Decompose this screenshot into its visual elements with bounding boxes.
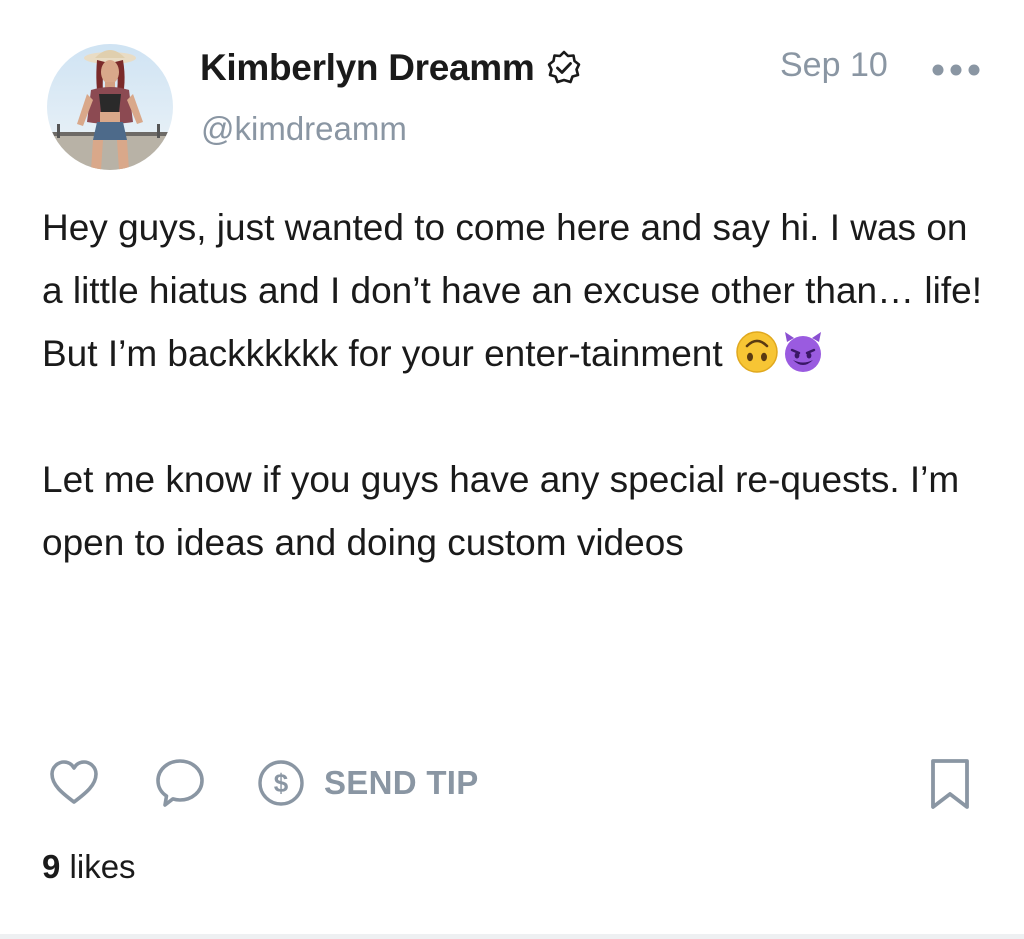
verified-badge-icon [545,49,583,87]
post-body: Hey guys, just wanted to come here and s… [42,196,982,574]
heart-icon[interactable] [48,757,100,809]
divider [0,934,1024,939]
comment-bubble-icon[interactable] [154,757,206,809]
post-paragraph-text: Hey guys, just wanted to come here and s… [42,207,982,374]
author-handle[interactable]: @kimdreamm [201,110,407,148]
dollar-circle-icon: $ [256,758,306,808]
smiling-devil-emoji [781,330,825,374]
send-tip-label: SEND TIP [324,764,479,801]
more-dots-icon[interactable] [928,58,984,82]
author-display-name[interactable]: Kimberlyn Dreamm [200,47,535,89]
avatar[interactable] [47,44,173,170]
upside-down-face-emoji [735,330,779,374]
likes-summary[interactable]: 9 likes [42,848,136,886]
send-tip-button[interactable]: $ SEND TIP [256,757,479,809]
post-actions-bar: $ SEND TIP [48,755,978,815]
svg-text:$: $ [274,768,289,798]
bookmark-icon[interactable] [928,757,972,811]
author-name-row: Kimberlyn Dreamm [200,44,583,92]
likes-count: 9 [42,848,61,885]
likes-label: likes [69,848,136,885]
post-date: Sep 10 [780,46,888,84]
post-paragraph: Let me know if you guys have any special… [42,459,960,563]
post-paragraph: Hey guys, just wanted to come here and s… [42,196,982,385]
post-card: Kimberlyn Dreamm @kimdreamm Sep 10 Hey g… [0,0,1024,939]
